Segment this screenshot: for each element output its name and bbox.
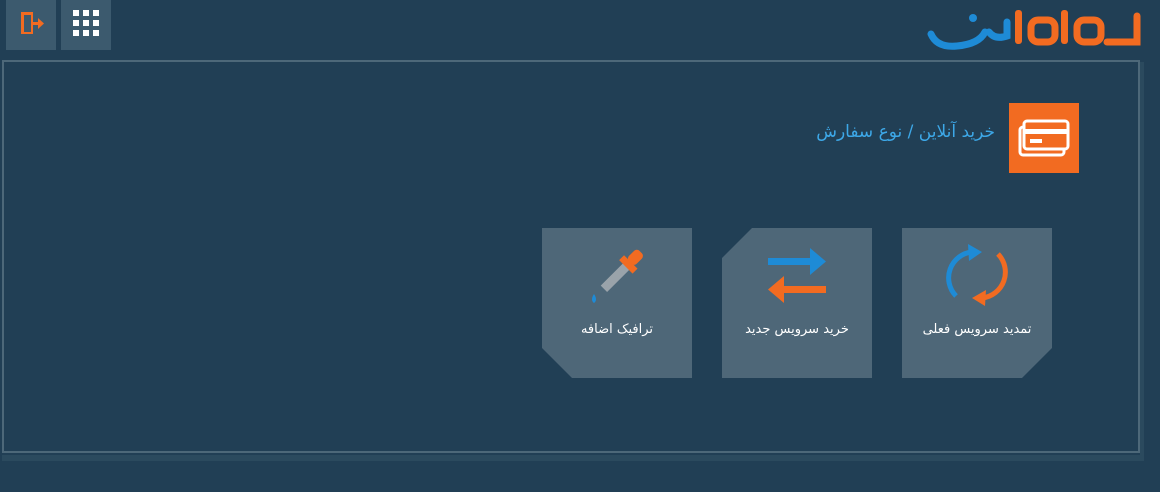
exit-door-icon <box>17 9 45 41</box>
swap-arrows-icon <box>764 242 830 308</box>
apps-grid-icon <box>73 10 99 40</box>
renew-service-tile[interactable]: تمدید سرویس فعلی <box>902 228 1052 378</box>
apps-menu-button[interactable] <box>61 0 111 50</box>
new-service-label: خرید سرویس جدید <box>745 322 849 337</box>
brand-logo[interactable] <box>927 6 1142 52</box>
page-title: خرید آنلاین / نوع سفارش <box>816 122 995 142</box>
extra-traffic-label: ترافیک اضافه <box>580 322 654 337</box>
extra-traffic-tile[interactable]: ترافیک اضافه <box>542 228 692 378</box>
credit-card-icon <box>1009 103 1079 173</box>
dropper-icon <box>584 242 650 308</box>
renew-arrows-icon <box>942 242 1012 308</box>
panel-shadow <box>2 455 1144 461</box>
exit-button[interactable] <box>6 0 56 50</box>
renew-service-label: تمدید سرویس فعلی <box>922 322 1032 337</box>
new-service-tile[interactable]: خرید سرویس جدید <box>722 228 872 378</box>
panel-shadow-right <box>1140 62 1144 461</box>
